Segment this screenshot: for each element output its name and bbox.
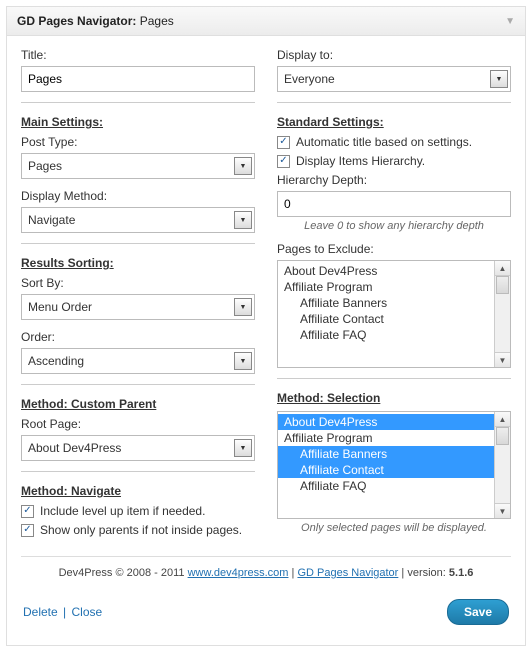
- widget-body: Title: Main Settings: Post Type: Pages ▼…: [7, 36, 525, 645]
- hierarchy-label: Display Items Hierarchy.: [296, 154, 425, 168]
- order-value: Ascending: [28, 354, 234, 368]
- scroll-down-icon[interactable]: ▼: [495, 352, 510, 367]
- list-item[interactable]: Affiliate Banners: [278, 295, 494, 311]
- display-method-value: Navigate: [28, 213, 234, 227]
- divider: [21, 384, 255, 385]
- divider: [277, 378, 511, 379]
- chevron-down-icon: ▼: [234, 157, 252, 175]
- checkbox-checked-icon[interactable]: ✓: [277, 136, 290, 149]
- widget-header[interactable]: GD Pages Navigator: Pages ▼: [7, 7, 525, 36]
- scrollbar[interactable]: ▲ ▼: [494, 412, 510, 518]
- divider: [21, 243, 255, 244]
- checkbox-checked-icon[interactable]: ✓: [277, 155, 290, 168]
- selection-hint: Only selected pages will be displayed.: [277, 522, 511, 534]
- hierarchy-row[interactable]: ✓ Display Items Hierarchy.: [277, 154, 511, 168]
- scroll-track[interactable]: [495, 427, 510, 503]
- results-sorting-heading: Results Sorting:: [21, 256, 114, 270]
- scrollbar[interactable]: ▲ ▼: [494, 261, 510, 367]
- list-item[interactable]: Affiliate Program: [278, 279, 494, 295]
- delete-link[interactable]: Delete: [23, 605, 58, 619]
- main-settings-heading: Main Settings:: [21, 115, 103, 129]
- chevron-down-icon: ▼: [234, 352, 252, 370]
- root-page-label: Root Page:: [21, 417, 255, 431]
- display-to-label: Display to:: [277, 48, 511, 62]
- footer-info: Dev4Press © 2008 - 2011 www.dev4press.co…: [21, 556, 511, 587]
- title-label: Title:: [21, 48, 255, 62]
- pages-exclude-listbox[interactable]: About Dev4Press Affiliate Program Affili…: [277, 260, 511, 368]
- list-item[interactable]: Affiliate Contact: [278, 462, 494, 478]
- checkbox-checked-icon[interactable]: ✓: [21, 505, 34, 518]
- collapse-icon[interactable]: ▼: [505, 16, 515, 27]
- checkbox-checked-icon[interactable]: ✓: [21, 524, 34, 537]
- list-item[interactable]: Affiliate Banners: [278, 446, 494, 462]
- scroll-up-icon[interactable]: ▲: [495, 412, 510, 427]
- hierarchy-depth-hint: Leave 0 to show any hierarchy depth: [277, 220, 511, 232]
- chevron-down-icon: ▼: [234, 439, 252, 457]
- widget-title-suffix: Pages: [140, 14, 174, 28]
- copyright-text: Dev4Press © 2008 - 2011: [59, 567, 185, 579]
- root-page-value: About Dev4Press: [28, 441, 234, 455]
- version-label: version:: [407, 567, 446, 579]
- version-value: 5.1.6: [449, 567, 473, 579]
- selection-listbox[interactable]: About Dev4Press Affiliate Program Affili…: [277, 411, 511, 519]
- right-column: Display to: Everyone ▼ Standard Settings…: [277, 48, 511, 542]
- auto-title-label: Automatic title based on settings.: [296, 135, 472, 149]
- divider: [21, 471, 255, 472]
- separator: |: [63, 605, 66, 619]
- widget-title-prefix: GD Pages Navigator:: [17, 14, 136, 28]
- display-to-select[interactable]: Everyone ▼: [277, 66, 511, 92]
- scroll-track[interactable]: [495, 276, 510, 352]
- display-to-value: Everyone: [284, 72, 490, 86]
- standard-settings-heading: Standard Settings:: [277, 115, 384, 129]
- order-label: Order:: [21, 330, 255, 344]
- plugin-link[interactable]: GD Pages Navigator: [297, 567, 398, 579]
- method-selection-heading: Method: Selection: [277, 391, 380, 405]
- pages-exclude-label: Pages to Exclude:: [277, 242, 511, 256]
- display-method-select[interactable]: Navigate ▼: [21, 207, 255, 233]
- method-navigate-heading: Method: Navigate: [21, 484, 121, 498]
- title-input[interactable]: [21, 66, 255, 92]
- site-link[interactable]: www.dev4press.com: [188, 567, 289, 579]
- parents-only-label: Show only parents if not inside pages.: [40, 523, 242, 537]
- left-column: Title: Main Settings: Post Type: Pages ▼…: [21, 48, 255, 542]
- chevron-down-icon: ▼: [234, 211, 252, 229]
- order-select[interactable]: Ascending ▼: [21, 348, 255, 374]
- scroll-thumb[interactable]: [496, 427, 509, 445]
- auto-title-row[interactable]: ✓ Automatic title based on settings.: [277, 135, 511, 149]
- list-item[interactable]: Affiliate FAQ: [278, 478, 494, 494]
- list-item[interactable]: About Dev4Press: [278, 414, 494, 430]
- close-link[interactable]: Close: [72, 605, 103, 619]
- include-level-up-row[interactable]: ✓ Include level up item if needed.: [21, 504, 255, 518]
- list-item[interactable]: Affiliate Program: [278, 430, 494, 446]
- parents-only-row[interactable]: ✓ Show only parents if not inside pages.: [21, 523, 255, 537]
- divider: [21, 102, 255, 103]
- sort-by-select[interactable]: Menu Order ▼: [21, 294, 255, 320]
- save-button[interactable]: Save: [447, 599, 509, 625]
- sort-by-label: Sort By:: [21, 276, 255, 290]
- hierarchy-depth-label: Hierarchy Depth:: [277, 173, 511, 187]
- hierarchy-depth-input[interactable]: [277, 191, 511, 217]
- sort-by-value: Menu Order: [28, 300, 234, 314]
- chevron-down-icon: ▼: [490, 70, 508, 88]
- divider: [277, 102, 511, 103]
- list-item[interactable]: Affiliate Contact: [278, 311, 494, 327]
- scroll-down-icon[interactable]: ▼: [495, 503, 510, 518]
- display-method-label: Display Method:: [21, 189, 255, 203]
- widget-title: GD Pages Navigator: Pages: [17, 14, 174, 28]
- footer-actions: Delete | Close Save: [21, 587, 511, 639]
- method-custom-parent-heading: Method: Custom Parent: [21, 397, 156, 411]
- scroll-thumb[interactable]: [496, 276, 509, 294]
- include-level-up-label: Include level up item if needed.: [40, 504, 205, 518]
- post-type-select[interactable]: Pages ▼: [21, 153, 255, 179]
- root-page-select[interactable]: About Dev4Press ▼: [21, 435, 255, 461]
- post-type-label: Post Type:: [21, 135, 255, 149]
- chevron-down-icon: ▼: [234, 298, 252, 316]
- widget-container: GD Pages Navigator: Pages ▼ Title: Main …: [6, 6, 526, 646]
- post-type-value: Pages: [28, 159, 234, 173]
- list-item[interactable]: About Dev4Press: [278, 263, 494, 279]
- list-item[interactable]: Affiliate FAQ: [278, 327, 494, 343]
- scroll-up-icon[interactable]: ▲: [495, 261, 510, 276]
